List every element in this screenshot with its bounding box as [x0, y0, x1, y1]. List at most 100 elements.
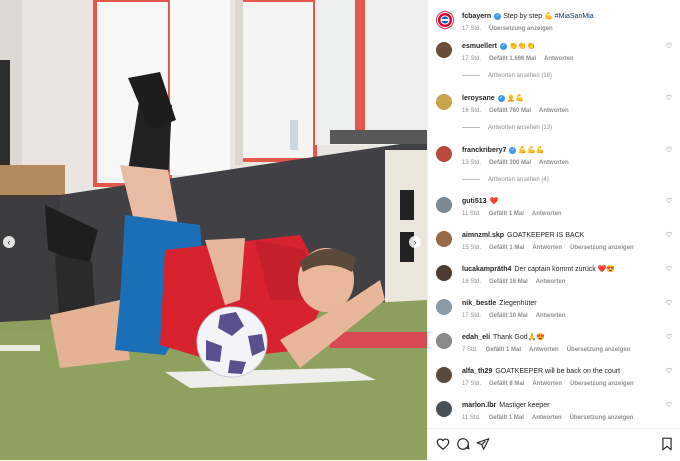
avatar[interactable] [436, 146, 452, 162]
post-image[interactable]: ‹ › [0, 0, 427, 460]
translate-button[interactable]: Übersetzung anzeigen [570, 415, 634, 421]
avatar[interactable] [436, 367, 452, 383]
like-comment-heart-icon[interactable]: ♡ [666, 147, 672, 155]
reply-button[interactable]: Antworten [532, 245, 562, 251]
reply-button[interactable]: Antworten [532, 415, 562, 421]
comment-likes[interactable]: Gefällt 1 Mal [489, 415, 524, 421]
comment-likes[interactable]: Gefällt 1 Mal [489, 211, 524, 217]
reply-button[interactable]: Antworten [536, 313, 566, 319]
comment-likes[interactable]: Gefällt 300 Mal [489, 160, 531, 166]
caption-body: Step by step [503, 13, 545, 20]
avatar[interactable] [436, 299, 452, 315]
view-replies-label: Antworten ansehen (18) [488, 73, 553, 79]
comment-body: Thank God [493, 334, 528, 341]
view-replies-label: Antworten ansehen (4) [488, 177, 549, 183]
view-replies-button[interactable]: Antworten ansehen (18) [462, 73, 552, 79]
reply-button[interactable]: Antworten [544, 56, 574, 62]
comment-likes[interactable]: Gefällt 10 Mal [489, 313, 528, 319]
comment-username[interactable]: alfa_th29 [462, 368, 492, 375]
comments-list: fcbayern ✓ Step by step 💪 #MiaSanMia 17 St… [428, 0, 680, 428]
comment-emoji: ❤️ [489, 198, 499, 205]
avatar-fcbayern[interactable] [436, 11, 454, 29]
reply-button[interactable]: Antworten [536, 279, 566, 285]
verified-icon: ✓ [494, 12, 502, 20]
comment-likes[interactable]: Gefällt 1 Mal [486, 347, 521, 353]
comment-row: lucakampräth4 Der captain kommt zurück ❤️… [436, 265, 674, 295]
caption-text: fcbayern ✓ Step by step 💪 #MiaSanMia [462, 12, 662, 22]
reply-button[interactable]: Antworten [529, 347, 559, 353]
avatar[interactable] [436, 333, 452, 349]
comment-username[interactable]: marlon.lbr [462, 402, 496, 409]
comments-panel: fcbayern ✓ Step by step 💪 #MiaSanMia 17 St… [427, 0, 680, 460]
share-icon[interactable] [476, 437, 490, 451]
comment-emoji: 🙏😍 [527, 334, 546, 341]
heart-icon[interactable] [436, 437, 450, 451]
avatar[interactable] [436, 94, 452, 110]
fc-bayern-logo-icon [438, 13, 452, 27]
comment-username[interactable]: nik_bestle [462, 300, 496, 307]
comment-meta: 17 Std. Gefällt 8 Mal Antworten Übersetzung… [462, 381, 642, 387]
reply-button[interactable]: Antworten [532, 211, 562, 217]
caption-hashtag[interactable]: #MiaSanMia [555, 13, 594, 20]
caption-username[interactable]: fcbayern [462, 13, 491, 20]
like-comment-heart-icon[interactable]: ♡ [666, 43, 672, 51]
avatar[interactable] [436, 231, 452, 247]
comment-likes[interactable]: Gefällt 8 Mal [489, 381, 524, 387]
comment-row: edah_eli Thank God🙏😍 ♡ 7 Std. Gefällt 1 Mal A… [436, 333, 674, 363]
chevron-right-icon[interactable]: › [409, 236, 421, 248]
comment-icon[interactable] [456, 437, 470, 451]
bookmark-icon[interactable] [660, 437, 674, 451]
translate-button[interactable]: Übersetzung anzeigen [570, 381, 634, 387]
like-comment-heart-icon[interactable]: ♡ [666, 266, 672, 274]
comment-text: guti513 ❤️ [462, 197, 662, 207]
view-replies-button[interactable]: Antworten ansehen (4) [462, 177, 549, 183]
comment-username[interactable]: edah_eli [462, 334, 490, 341]
like-comment-heart-icon[interactable]: ♡ [666, 232, 672, 240]
comment-username[interactable]: leroysane [462, 95, 495, 102]
comment-username[interactable]: aimnzml.skp [462, 232, 504, 239]
comment-username[interactable]: esmuellert [462, 43, 497, 50]
comment-username[interactable]: lucakampräth4 [462, 266, 511, 273]
avatar[interactable] [436, 197, 452, 213]
reply-button[interactable]: Antworten [539, 108, 569, 114]
comment-meta: 11 Std. Gefällt 1 Mal Antworten [462, 211, 570, 217]
replies-divider [462, 178, 480, 180]
like-comment-heart-icon[interactable]: ♡ [666, 95, 672, 103]
comment-likes[interactable]: Gefällt 16 Mal [489, 279, 528, 285]
reply-button[interactable]: Antworten [532, 381, 562, 387]
caption-meta: 17 Std. Übersetzung anzeigen [462, 26, 561, 32]
avatar[interactable] [436, 42, 452, 58]
comment-time: 11 Std. [462, 415, 481, 421]
comment-time: 7 Std. [462, 347, 478, 353]
chevron-left-icon[interactable]: ‹ [3, 236, 15, 248]
like-comment-heart-icon[interactable]: ♡ [666, 198, 672, 206]
comment-emoji: 👏👏👏 [509, 43, 536, 50]
replies-divider [462, 126, 480, 128]
comment-meta: 16 Std. Gefällt 760 Mal Antworten [462, 108, 577, 114]
like-comment-heart-icon[interactable]: ♡ [666, 300, 672, 308]
reply-button[interactable]: Antworten [539, 160, 569, 166]
verified-icon: ✓ [500, 42, 508, 50]
translate-button[interactable]: Übersetzung anzeigen [570, 245, 634, 251]
comment-username[interactable]: franckribery7 [462, 147, 506, 154]
action-bar [428, 428, 680, 461]
verified-icon: ✓ [509, 146, 517, 154]
like-comment-heart-icon[interactable]: ♡ [666, 368, 672, 376]
caption-translate[interactable]: Übersetzung anzeigen [489, 26, 553, 32]
like-comment-heart-icon[interactable]: ♡ [666, 402, 672, 410]
comment-meta: 13 Std. Gefällt 300 Mal Antworten [462, 160, 577, 166]
view-replies-button[interactable]: Antworten ansehen (13) [462, 125, 552, 131]
avatar[interactable] [436, 401, 452, 417]
comment-username[interactable]: guti513 [462, 198, 487, 205]
comment-row: esmuellert ✓ 👏👏👏 ♡ 17 Std. Gefällt 1.666 Mal A… [436, 42, 674, 79]
comment-text: franckribery7 ✓ 💪💪💪 [462, 146, 662, 156]
avatar[interactable] [436, 265, 452, 281]
comment-time: 13 Std. [462, 160, 482, 166]
like-comment-heart-icon[interactable]: ♡ [666, 334, 672, 342]
translate-button[interactable]: Übersetzung anzeigen [567, 347, 631, 353]
comment-row: guti513 ❤️ ♡ 11 Std. Gefällt 1 Mal Antworten [436, 197, 674, 227]
comment-likes[interactable]: Gefällt 1 Mal [489, 245, 524, 251]
comment-likes[interactable]: Gefällt 1.666 Mal [489, 56, 536, 62]
comment-body: GOATKEEPER IS BACK [507, 232, 585, 239]
comment-likes[interactable]: Gefällt 760 Mal [489, 108, 531, 114]
